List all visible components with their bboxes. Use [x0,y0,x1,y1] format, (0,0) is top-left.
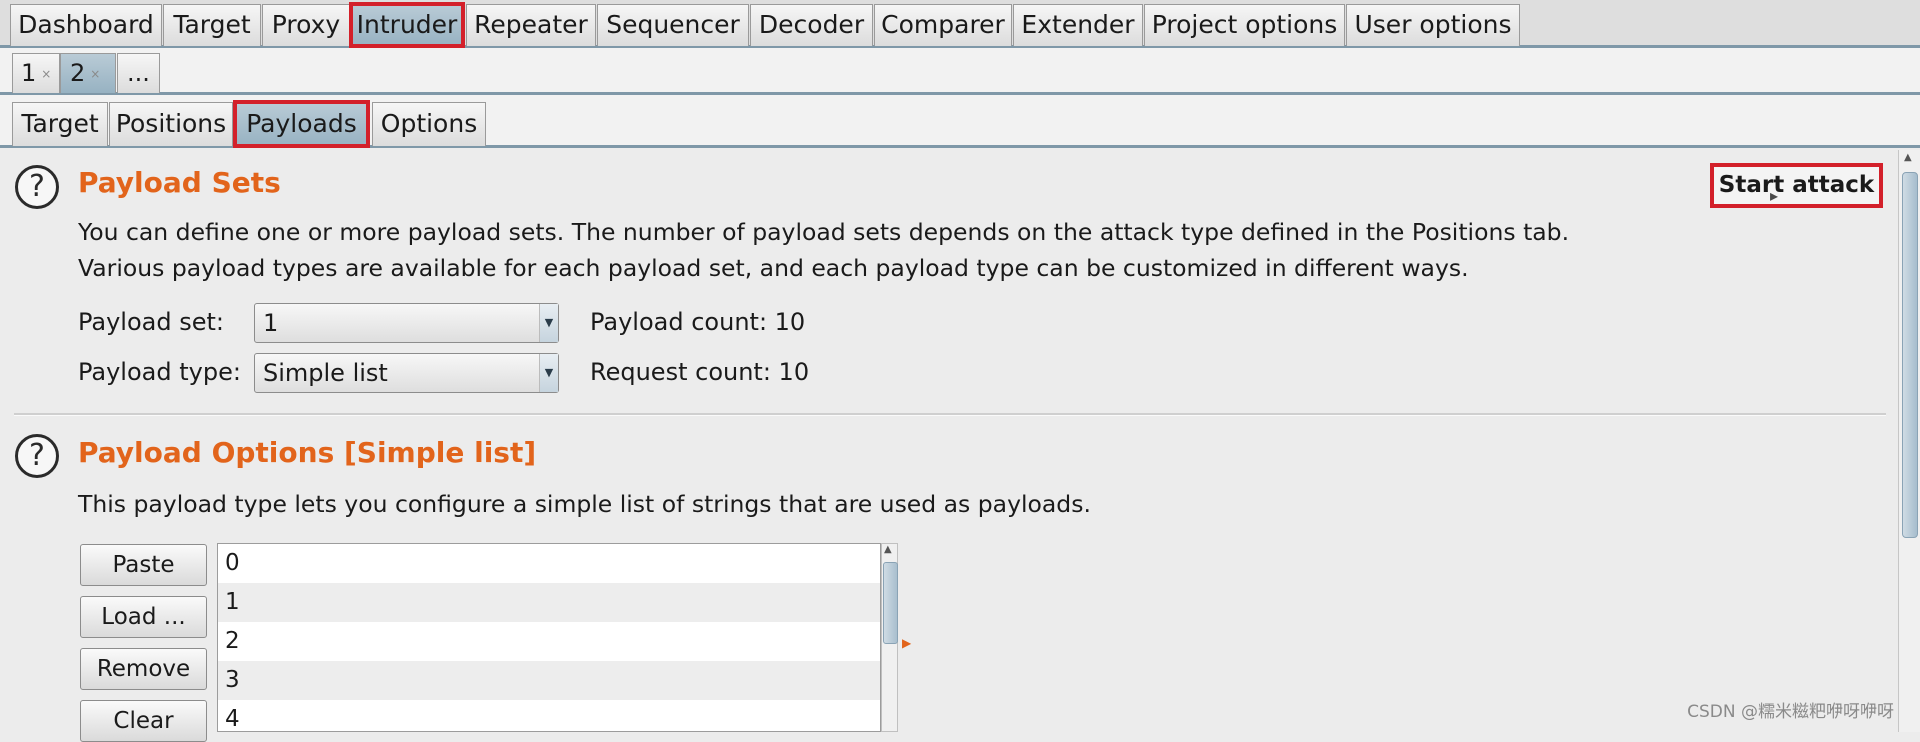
instance-tab-label: 1 [21,59,37,87]
payload-type-value: Simple list [263,359,388,387]
instance-tab-2[interactable]: 2 × [60,53,116,93]
start-attack-button[interactable]: Start attack [1710,163,1883,208]
section-divider [14,413,1886,416]
scroll-up-icon[interactable]: ▲ [1904,152,1912,163]
remove-button[interactable]: Remove [80,648,207,690]
subtab-payloads[interactable]: Payloads [233,100,370,148]
payload-set-label: Payload set: [78,308,224,336]
payload-set-value: 1 [263,309,279,337]
chevron-down-icon: ▼ [539,354,558,392]
list-item[interactable]: 3 [218,661,880,700]
payload-options-title: Payload Options [Simple list] [78,436,537,469]
tab-repeater[interactable]: Repeater [466,4,596,46]
panel-scrollbar[interactable]: ▲ [1898,150,1920,732]
paste-button[interactable]: Paste [80,544,207,586]
list-item[interactable]: 4 [218,700,880,731]
payloads-panel: ? Payload Sets Start attack ▸ You can de… [0,150,1898,742]
intruder-instance-tab-bar: 1 × 2 × ... [0,48,1920,95]
watermark-text: CSDN @糯米糍粑咿呀咿呀 [1687,702,1894,722]
tab-extender[interactable]: Extender [1013,4,1143,46]
payload-set-select[interactable]: 1 ▼ [254,303,559,343]
intruder-sub-tab-bar: Target Positions Payloads Options [0,95,1920,148]
payload-options-description: This payload type lets you configure a s… [78,490,1091,518]
tab-project-options[interactable]: Project options [1144,4,1345,46]
instance-tab-1[interactable]: 1 × [12,53,60,93]
list-item[interactable]: 1 [218,583,880,622]
payload-sets-title: Payload Sets [78,166,281,199]
tab-dashboard[interactable]: Dashboard [10,4,162,46]
subtab-options[interactable]: Options [372,102,486,146]
main-tab-bar: Dashboard Target Proxy Intruder Repeater… [0,0,1920,48]
list-item[interactable]: 0 [218,544,880,583]
help-circle-icon[interactable]: ? [15,434,59,478]
tab-sequencer[interactable]: Sequencer [597,4,749,46]
instance-tab-label: 2 [70,59,86,87]
list-item[interactable]: 2 [218,622,880,661]
tab-user-options[interactable]: User options [1346,4,1520,46]
payload-sets-description-line1: You can define one or more payload sets.… [78,218,1570,246]
tab-target[interactable]: Target [163,4,261,46]
scrollbar-thumb[interactable] [883,562,898,644]
payload-type-label: Payload type: [78,358,241,386]
help-circle-icon[interactable]: ? [15,165,59,209]
payload-type-select[interactable]: Simple list ▼ [254,353,559,393]
payload-list-scrollbar[interactable]: ▲ [881,543,898,732]
tab-decoder[interactable]: Decoder [750,4,873,46]
triangle-right-icon: ▶ [902,636,912,650]
close-icon[interactable]: × [41,67,51,81]
subtab-target[interactable]: Target [12,102,108,146]
payload-count: Payload count: 10 [590,308,806,336]
tab-intruder[interactable]: Intruder [349,2,465,48]
tab-comparer[interactable]: Comparer [874,4,1012,46]
scrollbar-thumb[interactable] [1902,172,1918,538]
payload-list[interactable]: 0 1 2 3 4 [217,543,881,732]
request-count: Request count: 10 [590,358,810,386]
clear-button[interactable]: Clear [80,700,207,742]
subtab-positions[interactable]: Positions [109,102,233,146]
load-button[interactable]: Load ... [80,596,207,638]
close-icon[interactable]: × [90,67,100,81]
scroll-up-icon[interactable]: ▲ [884,544,892,555]
mouse-pointer-icon: ▸ [1770,186,1779,205]
payload-sets-description-line2: Various payload types are available for … [78,254,1469,282]
instance-tab-new[interactable]: ... [117,53,160,93]
chevron-down-icon: ▼ [539,304,558,342]
tab-proxy[interactable]: Proxy [262,4,350,46]
